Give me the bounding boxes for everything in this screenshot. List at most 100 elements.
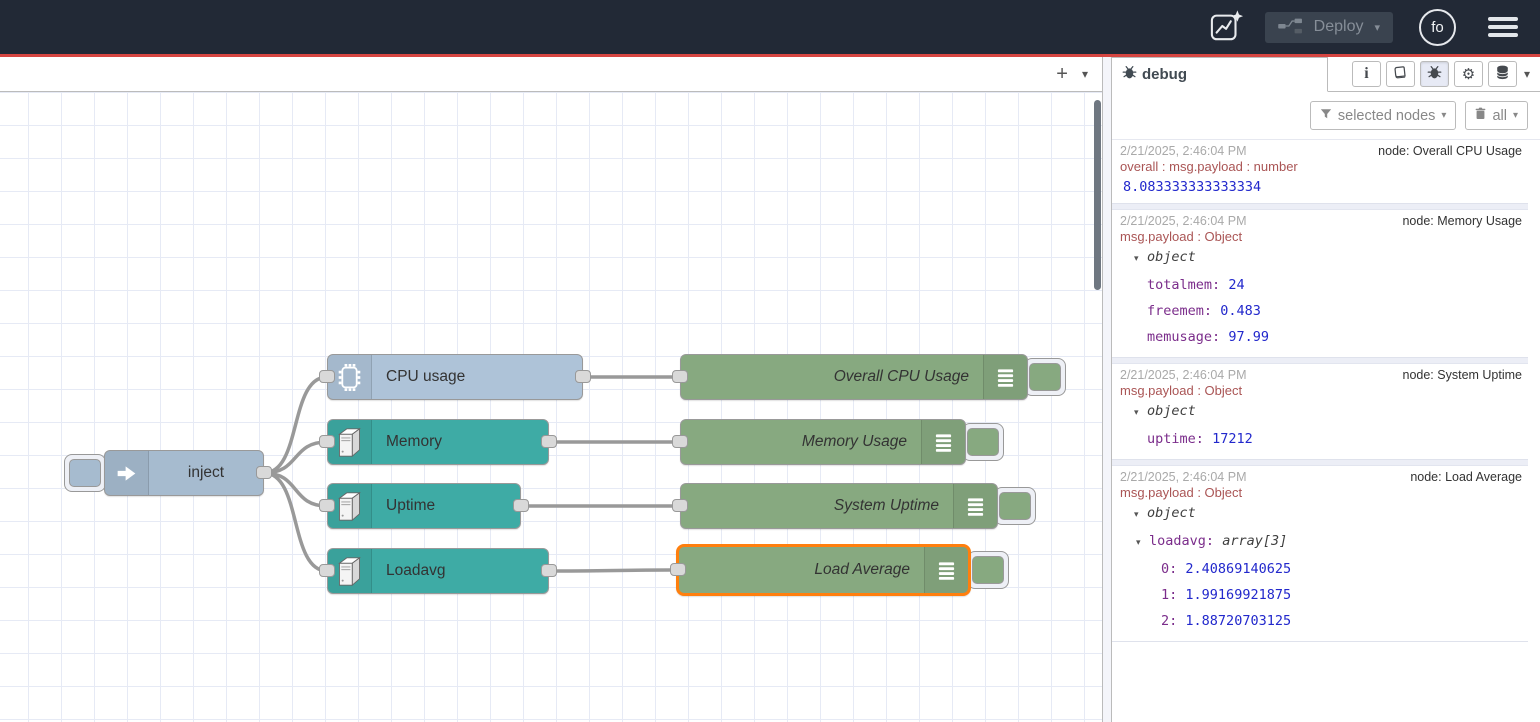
message-timestamp: 2/21/2025, 2:46:04 PM	[1120, 470, 1246, 484]
tab-debug-label: debug	[1142, 66, 1187, 83]
message-property-path: msg.payload : Object	[1120, 229, 1522, 244]
user-avatar[interactable]: fo	[1419, 9, 1456, 46]
debug-toggle-button[interactable]	[994, 487, 1036, 525]
array-entry-header: ▾loadavg: array[3]	[1120, 528, 1522, 556]
sidebar: debug i	[1112, 57, 1540, 722]
object-entry: memusage: 97.99	[1120, 324, 1522, 350]
debug-message-list[interactable]: 2/21/2025, 2:46:04 PM node: Overall CPU …	[1112, 139, 1540, 722]
output-port[interactable]	[256, 466, 272, 479]
debug-lines-icon	[953, 484, 997, 528]
sidebar-options-caret-icon[interactable]: ▾	[1522, 67, 1532, 81]
info-tab-button[interactable]: i	[1352, 61, 1381, 87]
node-red-app: Deploy ▾ fo + ▾	[0, 0, 1540, 722]
deploy-label: Deploy	[1314, 18, 1364, 36]
sidebar-tool-buttons: i	[1328, 57, 1540, 91]
book-icon	[1393, 66, 1407, 83]
debug-message[interactable]: 2/21/2025, 2:46:04 PM node: Memory Usage…	[1112, 210, 1528, 358]
gear-icon: ⚙	[1462, 67, 1475, 82]
array-item: 1: 1.99169921875	[1120, 582, 1522, 608]
sidebar-tabbar: debug i	[1112, 57, 1540, 92]
collapse-caret-icon[interactable]: ▾	[1136, 530, 1149, 556]
flow-sparkle-icon	[1210, 9, 1244, 46]
debug-toggle-button[interactable]	[967, 551, 1009, 589]
output-port[interactable]	[541, 564, 557, 577]
node-system-uptime[interactable]: System Uptime	[680, 483, 998, 529]
node-memory[interactable]: Memory	[327, 419, 549, 465]
debug-filter-label: selected nodes	[1338, 108, 1436, 124]
debug-filter-button[interactable]: selected nodes ▾	[1310, 101, 1457, 130]
input-port[interactable]	[319, 564, 335, 577]
flow-export-button[interactable]	[1207, 7, 1247, 47]
array-type: array[3]	[1222, 533, 1287, 549]
output-port[interactable]	[541, 435, 557, 448]
deploy-options-caret-icon[interactable]: ▾	[1374, 21, 1380, 34]
message-timestamp: 2/21/2025, 2:46:04 PM	[1120, 144, 1246, 158]
debug-message[interactable]: 2/21/2025, 2:46:04 PM node: Load Average…	[1112, 466, 1528, 642]
object-entry: totalmem: 24	[1120, 272, 1522, 298]
main-menu-button[interactable]	[1488, 17, 1518, 37]
wire[interactable]	[549, 570, 670, 571]
node-uptime[interactable]: Uptime	[327, 483, 521, 529]
input-port[interactable]	[319, 435, 335, 448]
chevron-down-icon: ▾	[1513, 110, 1518, 121]
object-type: object	[1147, 249, 1196, 265]
deploy-button[interactable]: Deploy ▾	[1265, 12, 1393, 43]
node-loadavg[interactable]: Loadavg	[327, 548, 549, 594]
debug-toggle-button[interactable]	[1024, 358, 1066, 396]
input-port[interactable]	[670, 563, 686, 576]
node-inject[interactable]: inject	[104, 450, 264, 496]
debug-toggle-button[interactable]	[962, 423, 1004, 461]
debug-clear-label: all	[1492, 108, 1507, 124]
node-label: Memory Usage	[681, 420, 921, 464]
collapse-caret-icon[interactable]: ▾	[1134, 246, 1147, 272]
wire[interactable]	[264, 473, 327, 506]
message-source-node: node: Overall CPU Usage	[1378, 144, 1522, 158]
sidebar-splitter[interactable]	[1102, 57, 1112, 722]
filter-funnel-icon	[1320, 108, 1332, 124]
output-port[interactable]	[575, 370, 591, 383]
node-overall-cpu-usage[interactable]: Overall CPU Usage	[680, 354, 1028, 400]
debug-message[interactable]: 2/21/2025, 2:46:04 PM node: System Uptim…	[1112, 364, 1528, 460]
debug-clear-button[interactable]: all ▾	[1465, 101, 1528, 130]
node-label: inject	[149, 451, 263, 495]
config-nodes-tab-button[interactable]: ⚙	[1454, 61, 1483, 87]
inject-trigger-button[interactable]	[64, 454, 106, 492]
node-cpu-usage[interactable]: CPU usage	[327, 354, 583, 400]
header: Deploy ▾ fo	[0, 0, 1540, 54]
debug-lines-icon	[921, 420, 965, 464]
help-tab-button[interactable]	[1386, 61, 1415, 87]
debug-message[interactable]: 2/21/2025, 2:46:04 PM node: Overall CPU …	[1112, 140, 1528, 204]
input-port[interactable]	[672, 370, 688, 383]
flow-list-caret-icon[interactable]: ▾	[1082, 67, 1088, 81]
trash-icon	[1475, 107, 1486, 124]
input-port[interactable]	[319, 370, 335, 383]
input-port[interactable]	[672, 435, 688, 448]
message-source-node: node: Load Average	[1410, 470, 1522, 484]
output-port[interactable]	[513, 499, 529, 512]
message-source-node: node: Memory Usage	[1402, 214, 1522, 228]
collapse-caret-icon[interactable]: ▾	[1134, 400, 1147, 426]
add-flow-button[interactable]: +	[1056, 64, 1068, 84]
input-port[interactable]	[319, 499, 335, 512]
collapse-caret-icon[interactable]: ▾	[1134, 502, 1147, 528]
node-label: Memory	[372, 420, 548, 464]
node-label: Load Average	[679, 547, 924, 593]
inject-arrow-icon	[105, 451, 149, 495]
node-memory-usage[interactable]: Memory Usage	[680, 419, 966, 465]
context-data-tab-button[interactable]	[1488, 61, 1517, 87]
debug-lines-icon	[924, 547, 968, 593]
node-label: Overall CPU Usage	[681, 355, 983, 399]
input-port[interactable]	[672, 499, 688, 512]
canvas-vertical-scrollbar[interactable]	[1094, 100, 1101, 290]
hamburger-icon	[1488, 17, 1518, 21]
debug-tab-button[interactable]	[1420, 61, 1449, 87]
message-timestamp: 2/21/2025, 2:46:04 PM	[1120, 214, 1246, 228]
node-load-average[interactable]: Load Average	[676, 544, 971, 596]
message-property-path: msg.payload : Object	[1120, 485, 1522, 500]
tab-debug[interactable]: debug	[1112, 57, 1328, 92]
workspace: + ▾	[0, 57, 1540, 722]
object-entry: freemem: 0.483	[1120, 298, 1522, 324]
chevron-down-icon: ▾	[1441, 110, 1446, 121]
flow-canvas[interactable]: inject	[0, 92, 1102, 722]
wire[interactable]	[264, 442, 327, 473]
